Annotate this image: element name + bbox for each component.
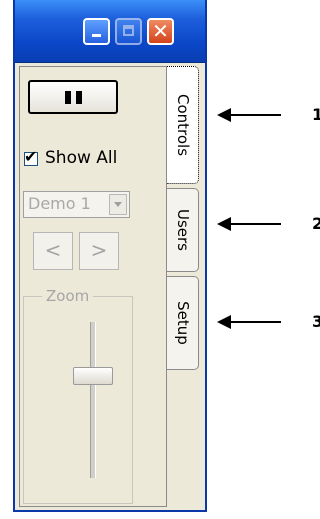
arrow-left-icon (217, 108, 231, 122)
callout-number: 1 (312, 105, 320, 124)
checkmark-icon: ✔ (24, 147, 38, 166)
arrow-left-icon (217, 315, 231, 329)
zoom-group (23, 296, 133, 504)
pause-icon (65, 91, 71, 104)
pause-button[interactable] (28, 80, 118, 114)
tab-controls[interactable]: Controls (167, 66, 199, 184)
callout-number: 2 (312, 214, 320, 233)
maximize-button (115, 18, 142, 45)
next-button: > (79, 232, 119, 270)
chevron-down-icon (114, 202, 122, 207)
show-all-label[interactable]: Show All (45, 148, 117, 168)
previous-button: < (33, 232, 73, 270)
callout-arrow (217, 315, 281, 329)
callout-arrow (217, 217, 281, 231)
zoom-label: Zoom (42, 287, 94, 305)
demo-select: Demo 1 (23, 191, 130, 218)
title-bar[interactable]: ✕ (15, 0, 205, 63)
demo-select-value: Demo 1 (28, 194, 91, 213)
tab-users[interactable]: Users (167, 188, 199, 272)
callout-number: 3 (312, 312, 320, 331)
tab-setup-label: Setup (173, 301, 192, 345)
zoom-slider-thumb[interactable] (73, 367, 113, 385)
close-button[interactable]: ✕ (147, 18, 174, 45)
pause-icon (76, 91, 82, 104)
close-icon: ✕ (152, 19, 169, 43)
zoom-slider-track[interactable] (90, 322, 96, 478)
tab-setup[interactable]: Setup (167, 276, 199, 370)
callout-arrow (217, 108, 281, 122)
minimize-icon (92, 34, 101, 37)
maximize-icon (123, 25, 134, 36)
minimize-button[interactable] (83, 18, 110, 45)
arrow-left-icon (217, 217, 231, 231)
dropdown-button (109, 194, 127, 215)
tab-controls-label: Controls (173, 93, 192, 157)
tab-users-label: Users (173, 208, 192, 252)
show-all-checkbox[interactable]: ✔ (24, 147, 38, 166)
